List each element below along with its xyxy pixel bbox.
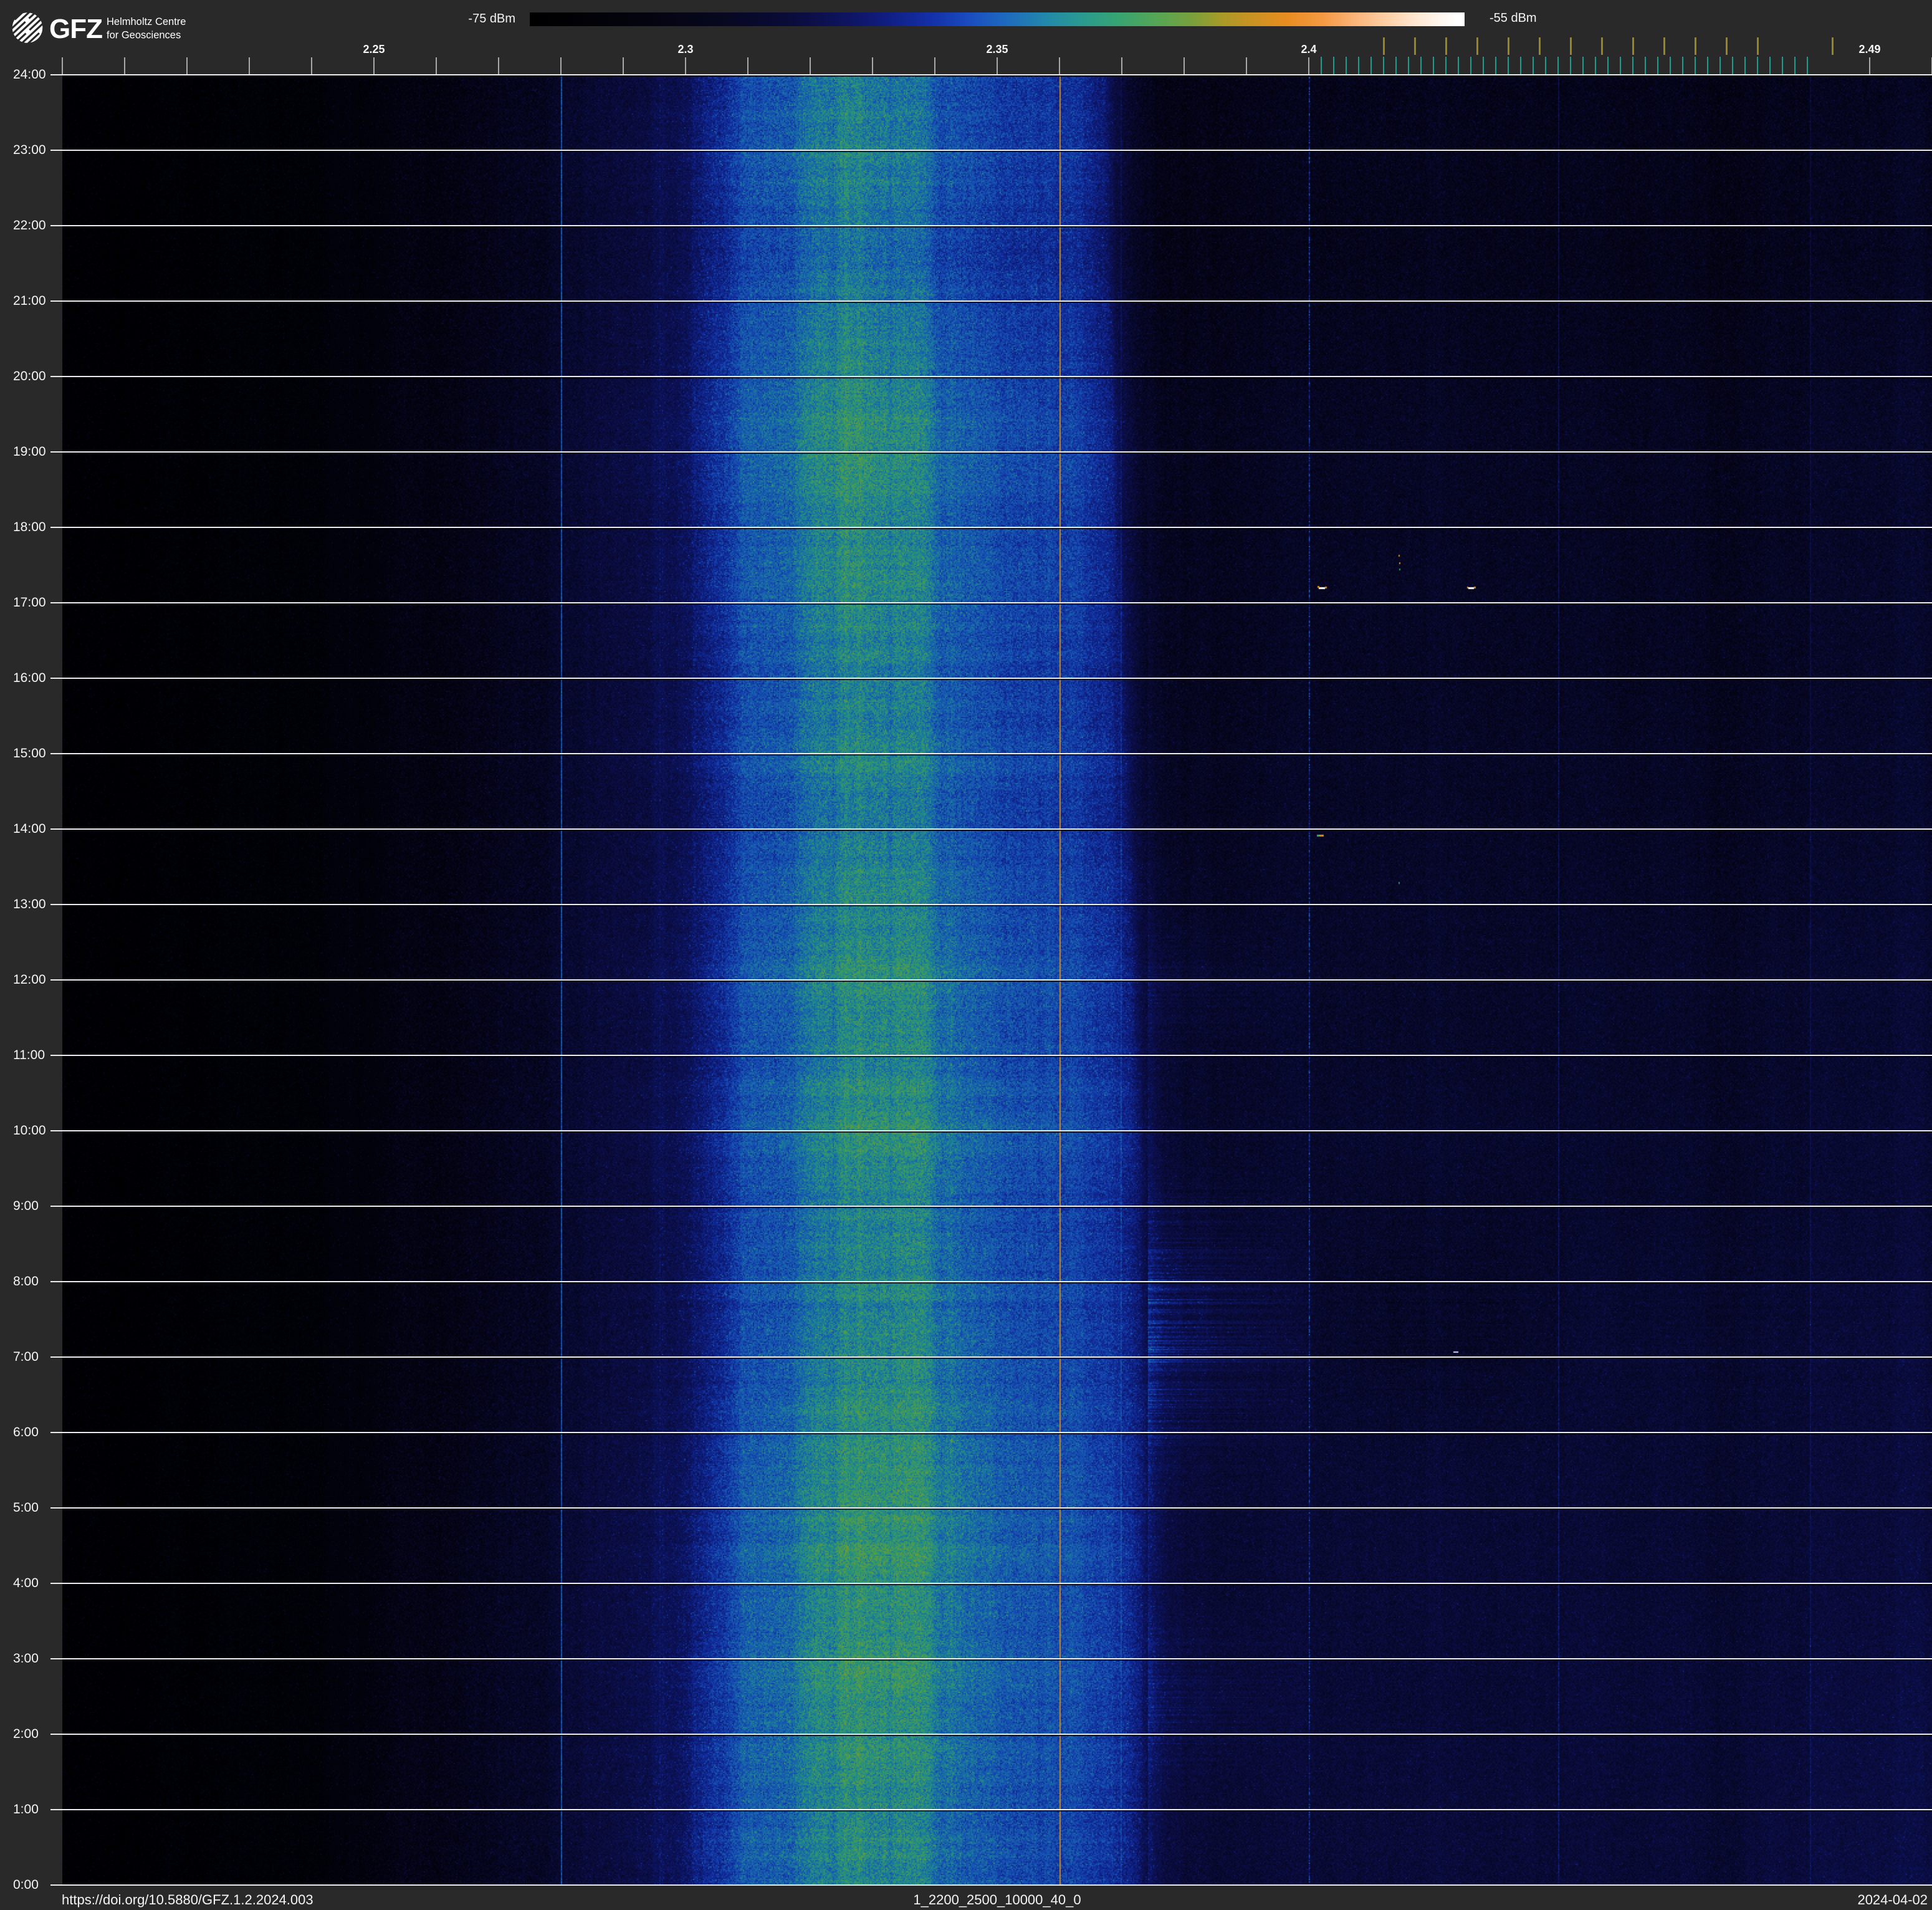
svg-text:for Geosciences: for Geosciences	[107, 30, 181, 41]
svg-text:Helmholtz Centre: Helmholtz Centre	[107, 16, 186, 27]
svg-text:GFZ: GFZ	[49, 14, 102, 44]
